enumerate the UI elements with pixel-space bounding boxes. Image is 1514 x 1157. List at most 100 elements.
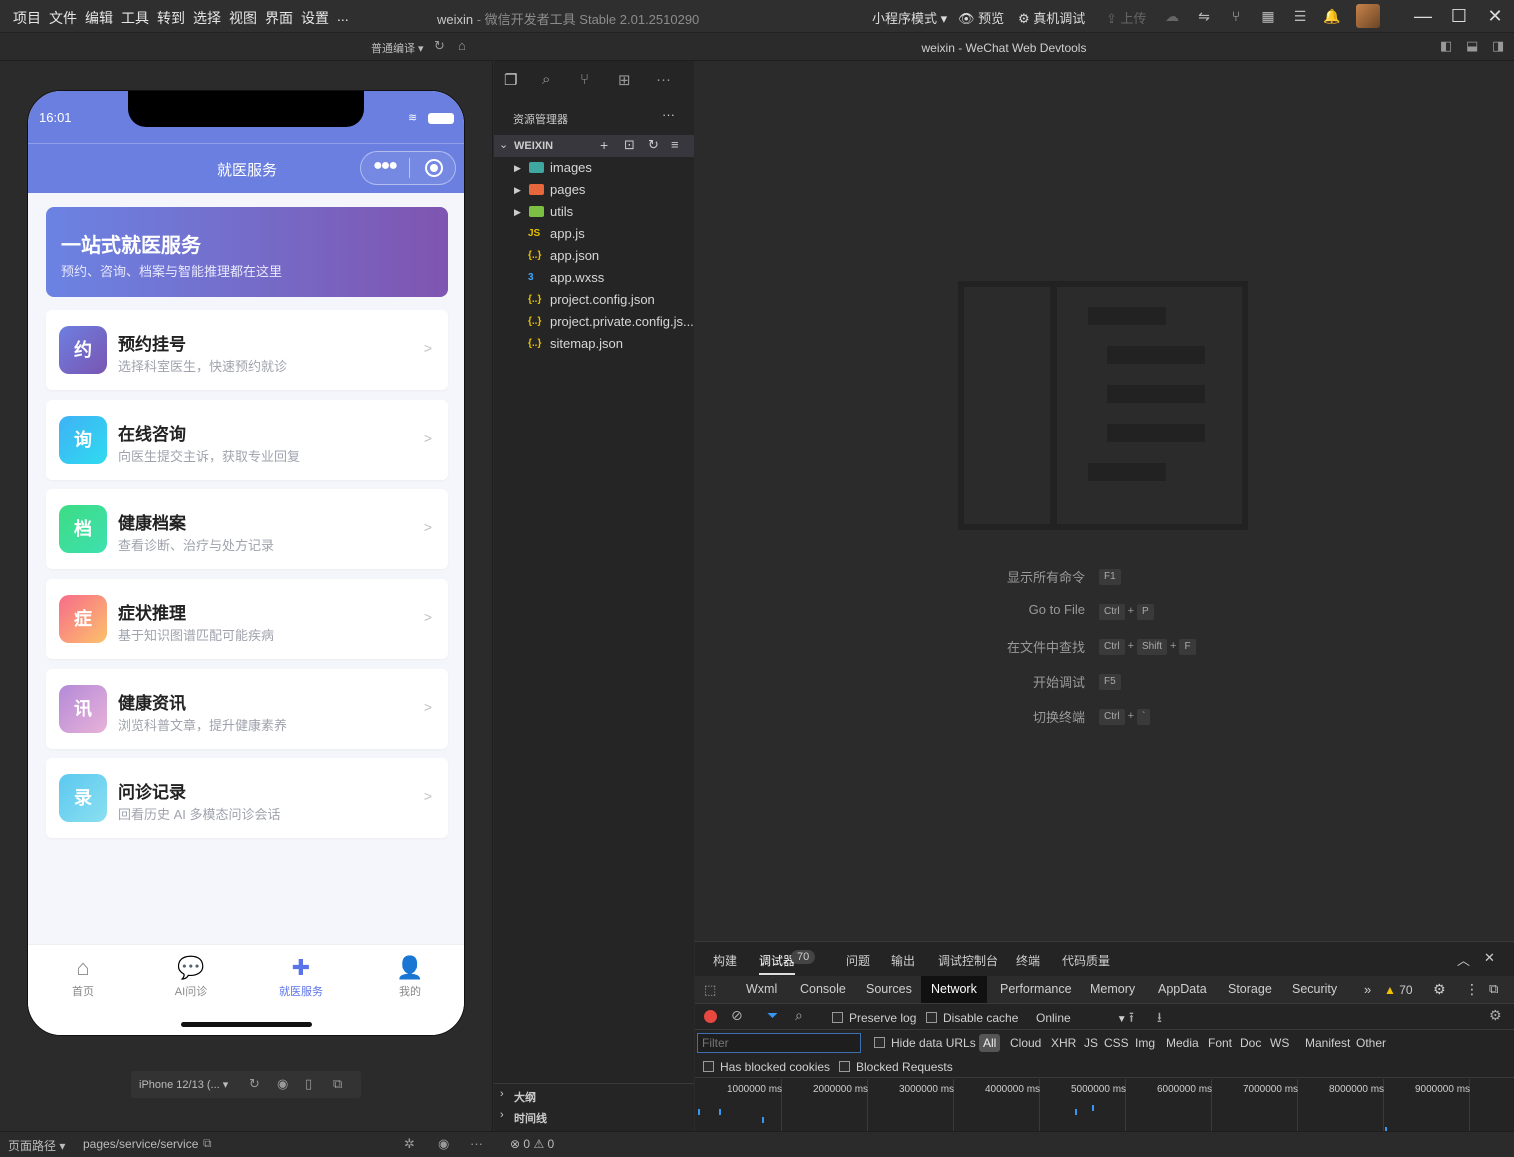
minimize-icon[interactable]: — [1410,3,1436,29]
filter-input[interactable] [697,1033,861,1053]
network-timeline[interactable]: 1000000 ms 2000000 ms 3000000 ms 4000000 ms… [695,1079,1514,1132]
throttle-select[interactable]: Online ▼ [1036,1011,1127,1025]
service-card[interactable]: 约预约挂号 选择科室医生，快速预约就诊 > [46,310,448,390]
devtools-tab[interactable]: AppData [1158,976,1207,1003]
upload-button[interactable]: ⇪ 上传 [1106,8,1147,27]
network-settings-icon[interactable]: ⚙ [1489,1007,1502,1024]
devtools-tab[interactable]: Sources [866,976,912,1003]
compile-dropdown[interactable]: 普通编译 ▾ [371,40,424,56]
upload-har-icon[interactable]: ⭱ [1129,1007,1134,1031]
timeline-section[interactable]: › 时间线 [494,1105,694,1127]
resource-type-filter[interactable]: Media [1166,1036,1199,1050]
menu-file[interactable]: 文件 [49,8,77,28]
panel-tab[interactable]: 代码质量 [1062,952,1110,969]
menu-interface[interactable]: 界面 [265,8,293,28]
more-icon[interactable]: ··· [470,1136,483,1151]
outline-section[interactable]: › 大纲 [494,1083,694,1105]
record-icon[interactable]: ◉ [277,1076,288,1092]
search-icon[interactable]: ⌕ [795,1007,803,1024]
root-folder[interactable]: ⌄ WEIXIN + ⊡ ↻ ≡ [494,135,694,157]
menu-settings[interactable]: 设置 [301,8,329,28]
extensions-icon[interactable]: ⊞ [618,71,631,89]
devtools-tab[interactable]: Performance [1000,976,1072,1003]
clear-icon[interactable]: ⊘ [731,1007,743,1024]
resource-type-filter[interactable]: Cloud [1010,1036,1041,1050]
filter-all[interactable]: All [979,1034,1001,1052]
more-tabs-icon[interactable]: » [1364,982,1371,997]
preview-button[interactable]: 👁 预览 [958,8,1004,27]
device-select[interactable]: iPhone 12/13 (... ▾ [139,1078,228,1091]
file-item[interactable]: {..} project.config.json [494,289,694,311]
tab-ai-consult[interactable]: 💬 AI问诊 [151,955,231,999]
window-icon[interactable]: ⧉ [333,1076,342,1092]
menu-project[interactable]: 项目 [13,8,41,28]
toggle-panel-icon[interactable]: ⬓ [1466,38,1478,54]
files-icon[interactable]: ❐ [504,71,517,89]
chevron-up-icon[interactable]: ︿ [1457,950,1470,969]
blocked-cookies-checkbox[interactable]: Has blocked cookies [703,1060,830,1074]
resource-type-filter[interactable]: Doc [1240,1036,1261,1050]
explorer-more-icon[interactable]: ··· [662,107,675,122]
blocked-requests-checkbox[interactable]: Blocked Requests [839,1060,953,1074]
menu-edit[interactable]: 编辑 [85,8,113,28]
service-card[interactable]: 录问诊记录 回看历史 AI 多模态问诊会话 > [46,758,448,838]
resource-type-filter[interactable]: WS [1270,1036,1289,1050]
hide-data-urls-checkbox[interactable]: Hide data URLs [874,1036,976,1050]
resource-type-filter[interactable]: CSS [1104,1036,1129,1050]
warnings-badge[interactable]: ▲ 70 [1384,983,1413,997]
file-item[interactable]: JS app.js [494,223,694,245]
more-icon[interactable]: ··· [656,71,671,88]
new-file-icon[interactable]: + [600,137,608,153]
devtools-tab[interactable]: Security [1292,976,1337,1003]
cloud-icon[interactable]: ☁ [1163,7,1181,25]
new-folder-icon[interactable]: ⊡ [624,137,635,153]
tab-medical-service[interactable]: ✚ 就医服务 [261,955,341,999]
panel-tab[interactable]: 调试器 [759,952,796,975]
list-icon[interactable]: ☰ [1291,7,1309,25]
search-icon[interactable]: ⌕ [542,71,550,88]
filter-icon[interactable]: ⏷ [767,1007,778,1024]
folder-item[interactable]: ▶ pages [494,179,694,201]
resource-type-filter[interactable]: XHR [1051,1036,1076,1050]
resource-type-filter[interactable]: Other [1356,1036,1386,1050]
problems-count[interactable]: ⊗ 0 ⚠ 0 [510,1137,554,1151]
resource-type-filter[interactable]: Img [1135,1036,1155,1050]
folder-item[interactable]: ▶ images [494,157,694,179]
toggle-sidebar-icon[interactable]: ◧ [1440,38,1452,54]
disable-cache-checkbox[interactable]: Disable cache [926,1011,1018,1025]
folder-item[interactable]: ▶ utils [494,201,694,223]
devtools-tab[interactable]: Network [921,976,987,1003]
menu-more[interactable]: ... [337,8,349,24]
service-card[interactable]: 讯健康资讯 浏览科普文章，提升健康素养 > [46,669,448,749]
panel-tab[interactable]: 调试控制台 [938,952,998,969]
capsule-menu[interactable]: ●●● [360,151,456,185]
panel-tab[interactable]: 问题 [846,952,870,969]
swap-icon[interactable]: ⇋ [1195,7,1213,25]
devtools-tab[interactable]: Console [800,976,846,1003]
source-control-icon[interactable]: ⑂ [580,71,589,88]
tab-home[interactable]: ⌂ 首页 [43,955,123,999]
inspect-icon[interactable]: ⬚ [704,982,716,998]
file-item[interactable]: {..} app.json [494,245,694,267]
panel-tab[interactable]: 终端 [1016,952,1040,969]
close-target-icon[interactable] [425,159,443,177]
resource-type-filter[interactable]: JS [1084,1036,1098,1050]
kebab-menu-icon[interactable]: ⋮ [1465,981,1479,998]
menu-tools[interactable]: 工具 [121,8,149,28]
panel-tab[interactable]: 构建 [713,952,737,969]
record-icon[interactable] [704,1010,717,1023]
bell-icon[interactable]: 🔔 [1323,7,1341,25]
devtools-tab[interactable]: Storage [1228,976,1272,1003]
refresh-icon[interactable]: ↻ [434,38,445,54]
real-debug-button[interactable]: ⚙ 真机调试 [1018,8,1085,27]
refresh-explorer-icon[interactable]: ↻ [648,137,659,153]
undock-icon[interactable]: ⧉ [1489,981,1498,997]
toggle-right-icon[interactable]: ◨ [1492,38,1504,54]
mode-dropdown[interactable]: 小程序模式 ▾ [872,8,947,27]
collapse-all-icon[interactable]: ≡ [671,137,679,152]
phone-icon[interactable]: ▯ [305,1076,312,1092]
copy-icon[interactable]: ⧉ [203,1136,212,1151]
menu-select[interactable]: 选择 [193,8,221,28]
layout-icon[interactable]: ▦ [1259,7,1277,25]
file-item[interactable]: {..} project.private.config.js... [494,311,694,333]
